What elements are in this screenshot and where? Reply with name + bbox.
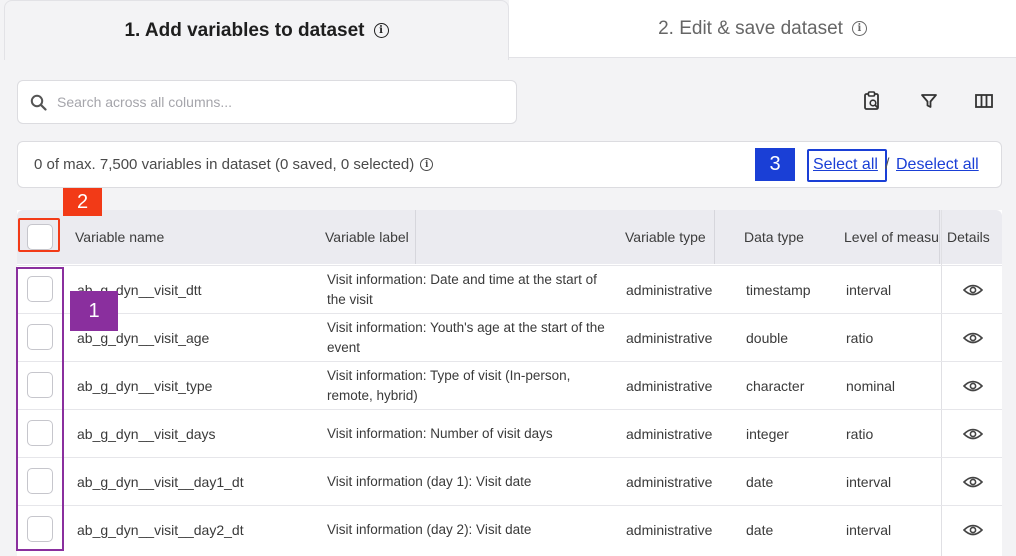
selection-count: 0 of max. 7,500 variables in dataset (0 …	[34, 156, 434, 173]
table-row[interactable]: ab_g_dyn__visit_dtt Visit information: D…	[17, 265, 1002, 313]
level-of-measurement: nominal	[846, 378, 896, 394]
search-box	[17, 80, 517, 124]
variable-name: ab_g_dyn__visit_days	[77, 426, 216, 442]
table-header: Variable name Variable label Variable ty…	[17, 210, 1002, 264]
variable-type: administrative	[626, 474, 713, 490]
info-icon[interactable]: i	[851, 21, 867, 36]
tab-bar: 1. Add variables to dataset i 2. Edit & …	[0, 0, 1016, 60]
filter-icon[interactable]	[916, 88, 942, 114]
header-variable-label[interactable]: Variable label	[325, 210, 423, 264]
tab-add-variables[interactable]: 1. Add variables to dataset i	[4, 0, 509, 60]
selection-info-bar: 0 of max. 7,500 variables in dataset (0 …	[17, 141, 1002, 188]
variable-type: administrative	[626, 378, 713, 394]
annotation-badge-1: 1	[70, 291, 118, 331]
header-data-type[interactable]: Data type	[744, 210, 834, 264]
deselect-all-link[interactable]: Deselect all	[896, 156, 979, 174]
table-row[interactable]: ab_g_dyn__visit_age Visit information: Y…	[17, 313, 1002, 361]
header-variable-type[interactable]: Variable type	[625, 210, 723, 264]
level-of-measurement: interval	[846, 474, 892, 490]
variable-label: Visit information: Youth's age at the st…	[327, 320, 605, 355]
search-input[interactable]	[57, 94, 497, 110]
table-row[interactable]: ab_g_dyn__visit__day2_dt Visit informati…	[17, 505, 1002, 553]
data-type: integer	[746, 426, 789, 442]
eye-icon[interactable]	[963, 475, 983, 489]
variable-label: Visit information: Number of visit days	[327, 426, 553, 441]
search-icon	[30, 94, 47, 111]
selection-count-text: 0 of max. 7,500 variables in dataset (0 …	[34, 156, 415, 173]
clipboard-search-icon[interactable]	[859, 88, 885, 114]
column-divider[interactable]	[415, 210, 416, 264]
column-divider[interactable]	[939, 210, 940, 264]
table-row[interactable]: ab_g_dyn__visit_type Visit information: …	[17, 361, 1002, 409]
data-type: date	[746, 474, 774, 490]
variable-name: ab_g_dyn__visit__day1_dt	[77, 474, 244, 490]
variable-type: administrative	[626, 522, 713, 538]
variable-name: ab_g_dyn__visit_type	[77, 378, 213, 394]
header-level-of-measurement[interactable]: Level of measurement	[844, 210, 940, 264]
eye-icon[interactable]	[963, 283, 983, 297]
data-type: character	[746, 378, 805, 394]
variables-table: Variable name Variable label Variable ty…	[17, 210, 1002, 556]
header-checkbox-highlight	[18, 218, 60, 252]
variable-type: administrative	[626, 330, 713, 346]
annotation-badge-2: 2	[63, 188, 102, 216]
header-variable-name[interactable]: Variable name	[75, 210, 315, 264]
row-checkboxes-highlight	[16, 267, 64, 551]
columns-icon[interactable]	[971, 88, 997, 114]
table-row[interactable]: ab_g_dyn__visit__day1_dt Visit informati…	[17, 457, 1002, 505]
column-divider[interactable]	[714, 210, 715, 264]
variable-label: Visit information (day 1): Visit date	[327, 474, 532, 489]
variable-label: Visit information (day 2): Visit date	[327, 522, 532, 537]
table-row[interactable]: ab_g_dyn__visit_days Visit information: …	[17, 409, 1002, 457]
link-separator: /	[885, 156, 890, 173]
data-type: date	[746, 522, 774, 538]
eye-icon[interactable]	[963, 379, 983, 393]
annotation-badge-3: 3	[755, 148, 795, 181]
variable-type: administrative	[626, 426, 713, 442]
tab-add-variables-label: 1. Add variables to dataset	[124, 19, 365, 41]
select-all-link[interactable]: Select all	[813, 156, 878, 174]
tab-edit-save-label: 2. Edit & save dataset	[658, 17, 843, 39]
level-of-measurement: ratio	[846, 426, 874, 442]
level-of-measurement: ratio	[846, 330, 874, 346]
variable-type: administrative	[626, 282, 713, 298]
variable-label: Visit information: Type of visit (In-per…	[327, 368, 571, 403]
level-of-measurement: interval	[846, 522, 892, 538]
tab-edit-save[interactable]: 2. Edit & save dataset i	[509, 0, 1016, 58]
info-icon[interactable]: i	[373, 23, 389, 38]
variable-label: Visit information: Date and time at the …	[327, 272, 597, 307]
eye-icon[interactable]	[963, 523, 983, 537]
eye-icon[interactable]	[963, 331, 983, 345]
variable-name: ab_g_dyn__visit__day2_dt	[77, 522, 244, 538]
data-type: double	[746, 330, 789, 346]
level-of-measurement: interval	[846, 282, 892, 298]
eye-icon[interactable]	[963, 427, 983, 441]
data-type: timestamp	[746, 282, 811, 298]
info-icon[interactable]: i	[420, 158, 434, 171]
